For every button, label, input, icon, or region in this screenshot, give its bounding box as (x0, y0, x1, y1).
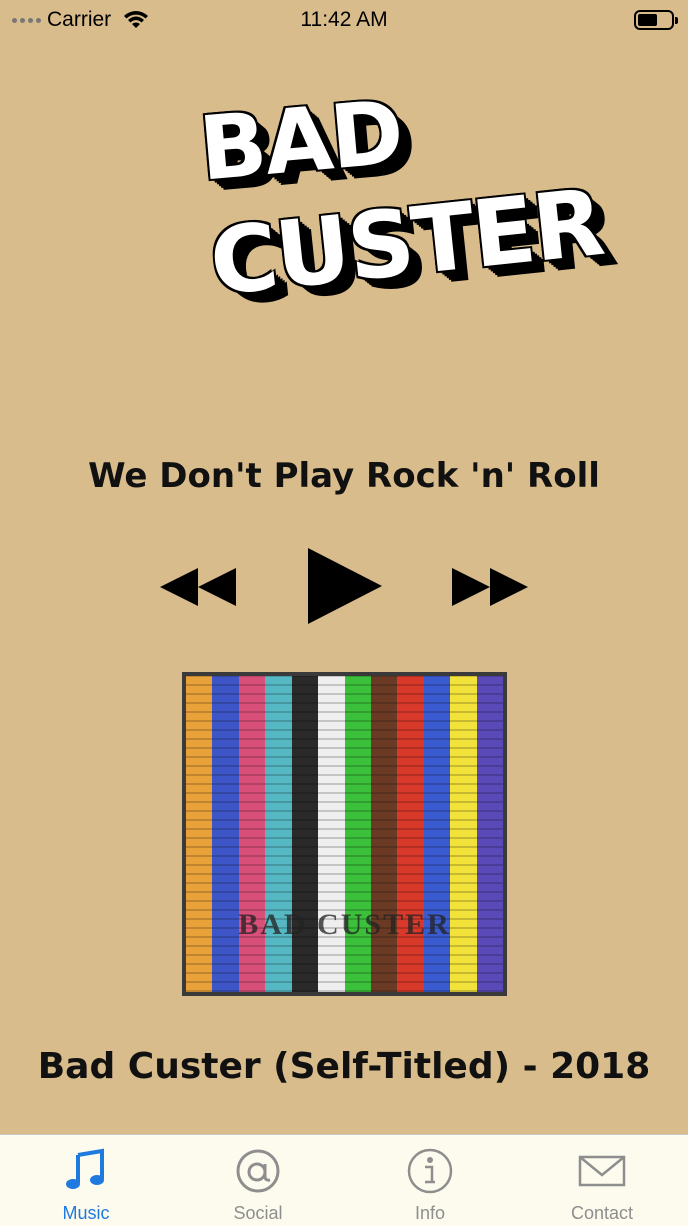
tab-label-music: Music (62, 1203, 110, 1223)
album-art-stripe (476, 676, 504, 992)
logo-line-2: CUSTER (205, 168, 608, 317)
album-art[interactable]: BAD CUSTER (182, 672, 507, 996)
rewind-icon[interactable] (160, 568, 236, 606)
album-art-stripe (344, 676, 372, 992)
tab-label-social: Social (233, 1203, 283, 1223)
envelope-icon (578, 1155, 626, 1187)
album-art-stripe (397, 676, 425, 992)
album-art-stripe (186, 676, 213, 992)
play-icon[interactable] (306, 548, 382, 624)
album-art-stripe (423, 676, 451, 992)
album-art-stripe (450, 676, 478, 992)
at-sign-icon (236, 1149, 280, 1193)
album-caption: Bad Custer (Self-Titled) - 2018 (37, 1046, 651, 1087)
album-art-stripe (370, 676, 398, 992)
song-title: We Don't Play Rock 'n' Roll (88, 456, 600, 496)
album-art-stripe (291, 676, 319, 992)
tab-label-contact: Contact (570, 1203, 634, 1223)
music-note-icon (66, 1148, 104, 1189)
playback-controls (0, 548, 688, 624)
album-art-text: BAD CUSTER (238, 908, 451, 941)
info-icon (407, 1148, 453, 1194)
band-logo: BAD CUSTER (188, 80, 607, 350)
status-time: 11:42 AM (300, 8, 388, 31)
logo-line-1: BAD (195, 80, 406, 201)
tab-bar: Music Social Info Contact (0, 1134, 688, 1226)
status-bar: Carrier 11:42 AM (0, 0, 688, 44)
album-art-stripe (212, 676, 240, 992)
tab-info[interactable]: Info (344, 1135, 516, 1226)
tab-contact[interactable]: Contact (516, 1135, 688, 1226)
battery-icon (634, 10, 678, 30)
tab-label-info: Info (414, 1203, 446, 1223)
album-art-stripe (238, 676, 266, 992)
album-art-stripe (265, 676, 293, 992)
tab-social[interactable]: Social (172, 1135, 344, 1226)
tab-music[interactable]: Music (0, 1135, 172, 1226)
album-art-stripes: BAD CUSTER (186, 676, 504, 992)
fast-forward-icon[interactable] (452, 568, 528, 606)
album-art-stripe (318, 676, 345, 992)
